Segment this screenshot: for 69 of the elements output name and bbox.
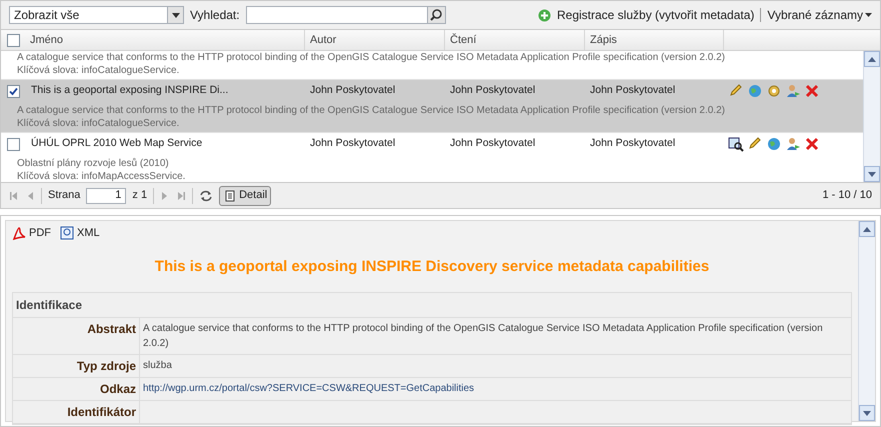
record-row[interactable] xyxy=(1,80,863,133)
down-arrow-icon xyxy=(863,410,871,416)
magnifier-icon[interactable] xyxy=(728,136,744,152)
search-icon[interactable] xyxy=(430,9,442,21)
xml-link[interactable]: XML xyxy=(77,225,100,242)
page-count: z 1 xyxy=(132,188,148,204)
scrollbar[interactable] xyxy=(858,221,875,421)
refresh-icon[interactable] xyxy=(199,188,214,202)
search-label: Vyhledat: xyxy=(190,7,240,24)
page-label: Strana xyxy=(48,188,80,204)
table-cell-text: John Poskytovatel xyxy=(309,136,396,152)
delete-icon[interactable] xyxy=(804,83,820,99)
globe-icon[interactable] xyxy=(766,136,782,152)
checkbox[interactable] xyxy=(6,84,20,98)
column-header[interactable]: Jméno xyxy=(25,30,305,50)
detail-title: This is a geoportal exposing INSPIRE Discovery service metadata capabilities xyxy=(154,256,710,276)
pdf-link[interactable]: PDF xyxy=(29,225,51,242)
delete-icon[interactable] xyxy=(804,136,820,152)
pencil-icon[interactable] xyxy=(747,136,763,152)
scrollbar[interactable] xyxy=(863,51,880,182)
record-description: Oblastní plány rozvoje lesů (2010) xyxy=(17,157,170,170)
field-label: Abstrakt xyxy=(13,318,140,354)
add-icon[interactable] xyxy=(538,8,551,22)
pencil-icon[interactable] xyxy=(728,83,744,99)
selected-records-menu[interactable]: Vybrané záznamy xyxy=(767,6,872,24)
field-label: Identifikátor xyxy=(13,401,140,423)
record-description: A catalogue service that conforms to the HTTP protocol binding of the OpenGIS Catalogue Service ISO Metadata Application Profile specification (version 2.0.2) xyxy=(17,51,726,64)
last-page-icon[interactable] xyxy=(176,190,186,200)
globe-icon[interactable] xyxy=(747,83,763,99)
document-icon xyxy=(223,190,238,202)
xml-icon[interactable] xyxy=(60,226,74,240)
field-value: služba xyxy=(142,359,173,373)
column-header[interactable]: Zápis xyxy=(585,30,724,50)
column-header[interactable]: Čtení xyxy=(445,30,585,50)
field-label: Odkaz xyxy=(13,378,140,400)
register-service-link[interactable]: Registrace služby (vytvořit metadata) xyxy=(556,6,754,24)
record-title: ÚHÚL OPRL 2010 Web Map Service xyxy=(30,136,204,152)
page-field[interactable]: 1 xyxy=(86,188,126,204)
section-heading: Identifikace xyxy=(13,293,851,318)
user-icon[interactable] xyxy=(785,136,801,152)
field-value: A catalogue service that conforms to the HTTP protocol binding of the OpenGIS Catalogue Service ISO Metadata Application Profile specification (version 2.0.2) xyxy=(142,322,824,351)
up-arrow-icon xyxy=(863,226,871,232)
caret-icon xyxy=(865,13,872,17)
detail-button[interactable]: Detail xyxy=(219,186,272,206)
field-link[interactable]: http://wgp.urm.cz/portal/csw?SERVICE=CSW&REQUEST=GetCapabilities xyxy=(140,378,478,400)
table-cell-text: John Poskytovatel xyxy=(309,83,396,98)
down-arrow-icon xyxy=(868,172,876,176)
checkbox[interactable] xyxy=(6,138,20,150)
search-field[interactable] xyxy=(246,6,446,24)
table-cell-text: John Poskytovatel xyxy=(589,136,676,152)
field-label: Typ zdroje xyxy=(13,355,140,377)
checkbox[interactable] xyxy=(6,34,20,46)
up-arrow-icon xyxy=(868,56,876,62)
first-page-icon[interactable] xyxy=(9,190,19,200)
record-title: This is a geoportal exposing INSPIRE Di... xyxy=(30,83,230,98)
caret-icon xyxy=(172,12,180,18)
filter-dropdown[interactable]: Zobrazit vše xyxy=(9,6,184,24)
table-cell-text: John Poskytovatel xyxy=(589,83,676,98)
record-row[interactable]: A catalogue service that conforms to the HTTP protocol binding of the OpenGIS Catalogue Service ISO Metadata Application Profile specification (version 2.0.2) Klíčová slova: infoCatalogueService. xyxy=(1,51,863,80)
user-icon[interactable] xyxy=(785,83,801,99)
record-description: Klíčová slova: infoCatalogueService. xyxy=(17,64,180,77)
record-description: Klíčová slova: infoMapAccessService. xyxy=(17,170,186,182)
record-range: 1 - 10 / 10 xyxy=(822,188,872,204)
table-cell-text: John Poskytovatel xyxy=(449,136,536,152)
table-cell-text: John Poskytovatel xyxy=(449,83,536,98)
column-header[interactable]: Autor xyxy=(305,30,445,50)
record-description: Klíčová slova: infoCatalogueService. xyxy=(17,117,180,130)
record-description: A catalogue service that conforms to the HTTP protocol binding of the OpenGIS Catalogue Service ISO Metadata Application Profile specification (version 2.0.2) xyxy=(17,104,726,117)
pdf-icon[interactable] xyxy=(12,226,26,240)
